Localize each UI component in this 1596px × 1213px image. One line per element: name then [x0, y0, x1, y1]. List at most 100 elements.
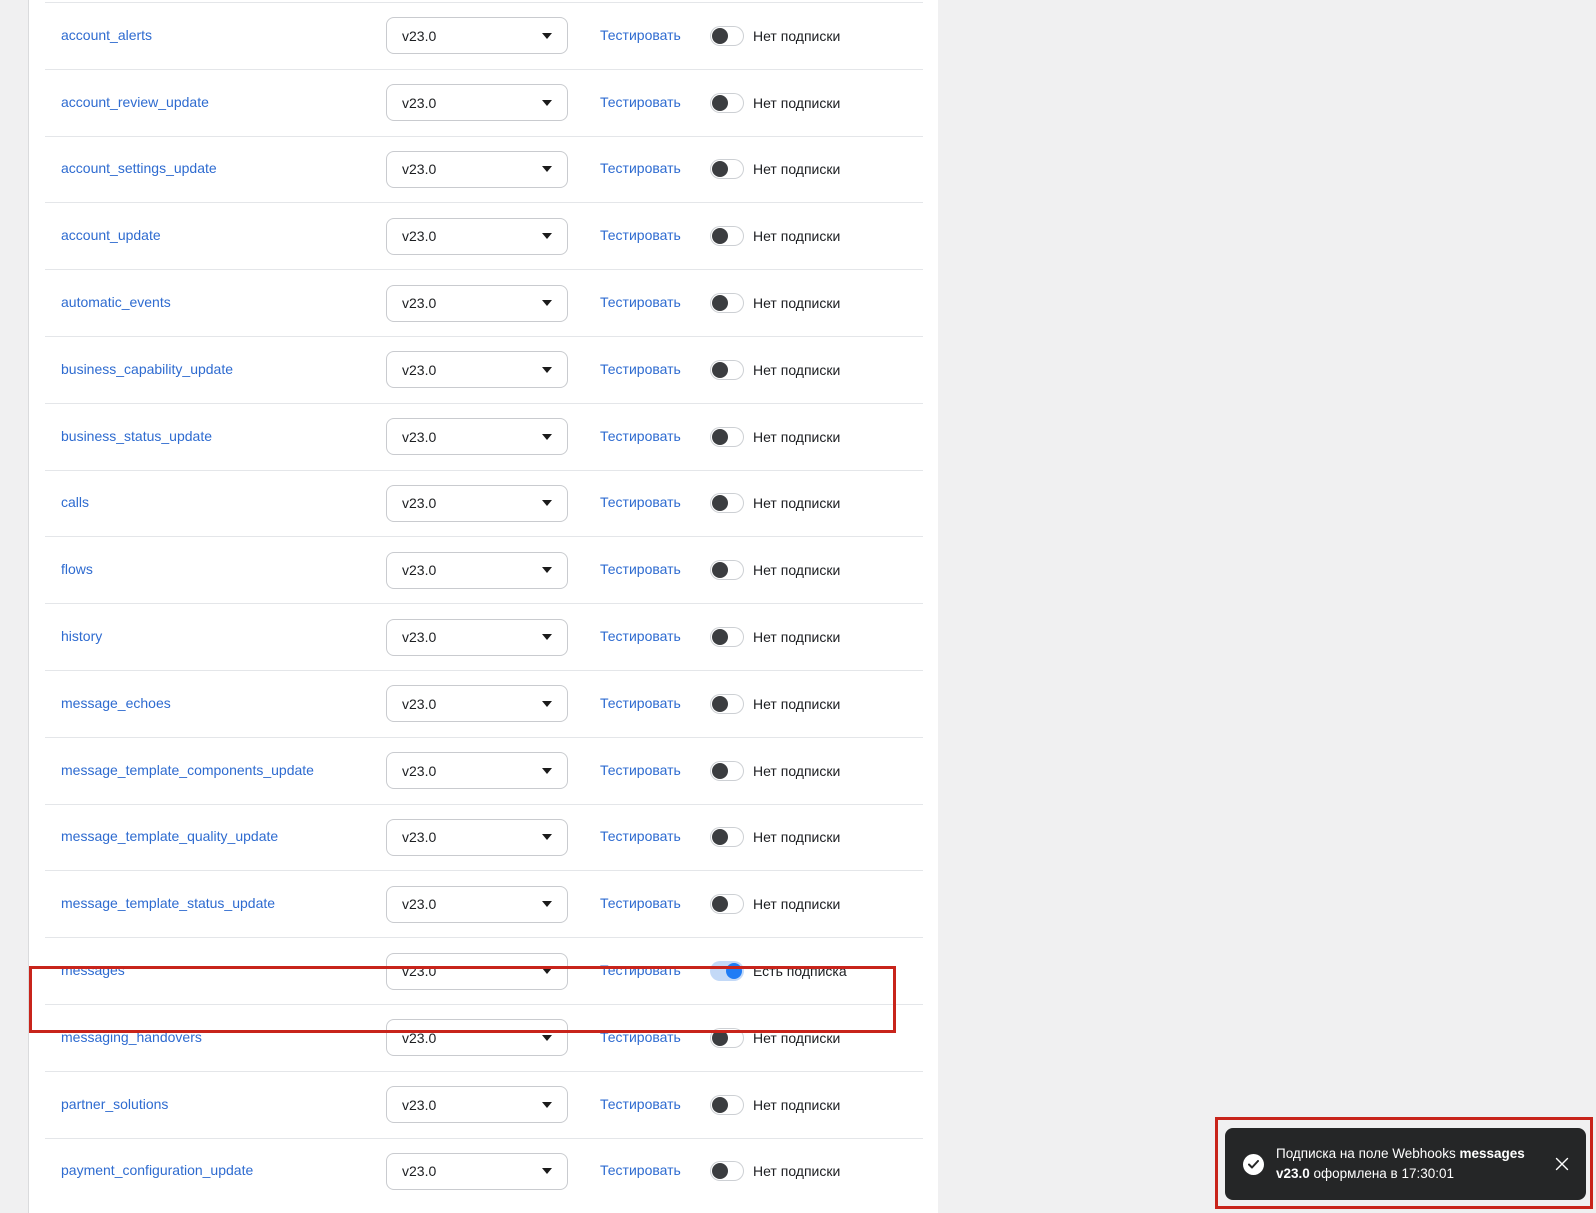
toggle-knob	[712, 27, 728, 44]
test-link[interactable]: Тестировать	[600, 227, 681, 243]
version-dropdown[interactable]: v23.0	[386, 952, 568, 990]
chevron-down-icon	[542, 634, 552, 641]
subscribe-toggle[interactable]	[710, 359, 744, 380]
version-value: v23.0	[402, 963, 437, 980]
subscription-status: Нет подписки	[753, 1096, 841, 1113]
version-dropdown[interactable]: v23.0	[386, 217, 568, 255]
test-link[interactable]: Тестировать	[600, 628, 681, 644]
field-link[interactable]: message_template_quality_update	[61, 828, 278, 844]
subscribe-toggle[interactable]	[710, 1027, 744, 1048]
subscribe-toggle[interactable]	[710, 159, 744, 180]
test-link[interactable]: Тестировать	[600, 895, 681, 911]
version-dropdown[interactable]: v23.0	[386, 351, 568, 389]
test-link[interactable]: Тестировать	[600, 962, 681, 978]
close-icon[interactable]	[1552, 1156, 1572, 1172]
field-link[interactable]: message_template_components_update	[61, 762, 314, 778]
table-row: business_status_update v23.0 Тестировать…	[45, 402, 923, 470]
field-link[interactable]: automatic_events	[61, 294, 171, 310]
toggle-knob	[712, 1029, 728, 1046]
chevron-down-icon	[542, 700, 552, 707]
test-link[interactable]: Тестировать	[600, 294, 681, 310]
field-link[interactable]: message_template_status_update	[61, 895, 275, 911]
subscribe-toggle[interactable]	[710, 693, 744, 714]
field-link[interactable]: message_echoes	[61, 695, 171, 711]
field-link[interactable]: business_status_update	[61, 428, 212, 444]
chevron-down-icon	[542, 366, 552, 373]
version-dropdown[interactable]: v23.0	[386, 818, 568, 856]
version-value: v23.0	[402, 896, 437, 913]
subscribe-toggle[interactable]	[710, 493, 744, 514]
subscribe-toggle[interactable]	[710, 961, 744, 982]
version-dropdown[interactable]: v23.0	[386, 1152, 568, 1190]
test-link[interactable]: Тестировать	[600, 1029, 681, 1045]
field-link[interactable]: account_review_update	[61, 94, 209, 110]
toggle-knob	[712, 829, 728, 846]
version-dropdown[interactable]: v23.0	[386, 885, 568, 923]
chevron-down-icon	[542, 1101, 552, 1108]
toast-line2-suffix: оформлена в 17:30:01	[1309, 1166, 1455, 1181]
test-link[interactable]: Тестировать	[600, 428, 681, 444]
field-link[interactable]: account_update	[61, 227, 161, 243]
test-link[interactable]: Тестировать	[600, 1096, 681, 1112]
version-dropdown[interactable]: v23.0	[386, 484, 568, 522]
subscription-status: Нет подписки	[753, 629, 841, 646]
chevron-down-icon	[542, 567, 552, 574]
field-link[interactable]: messaging_handovers	[61, 1029, 202, 1045]
version-dropdown[interactable]: v23.0	[386, 150, 568, 188]
version-value: v23.0	[402, 1096, 437, 1113]
test-link[interactable]: Тестировать	[600, 561, 681, 577]
version-value: v23.0	[402, 829, 437, 846]
test-link[interactable]: Тестировать	[600, 94, 681, 110]
version-dropdown[interactable]: v23.0	[386, 551, 568, 589]
version-dropdown[interactable]: v23.0	[386, 618, 568, 656]
subscribe-toggle[interactable]	[710, 1094, 744, 1115]
table-row: account_review_update v23.0 Тестировать …	[45, 68, 923, 136]
subscribe-toggle[interactable]	[710, 92, 744, 113]
field-link[interactable]: flows	[61, 561, 93, 577]
table-row: account_update v23.0 Тестировать Нет под…	[45, 202, 923, 269]
subscribe-toggle[interactable]	[710, 894, 744, 915]
version-dropdown[interactable]: v23.0	[386, 685, 568, 723]
chevron-down-icon	[542, 968, 552, 975]
subscription-status: Нет подписки	[753, 27, 841, 44]
field-link[interactable]: business_capability_update	[61, 361, 233, 377]
check-circle-icon	[1243, 1153, 1264, 1175]
version-dropdown[interactable]: v23.0	[386, 84, 568, 122]
field-link[interactable]: messages	[61, 962, 125, 978]
subscribe-toggle[interactable]	[710, 1161, 744, 1182]
version-dropdown[interactable]: v23.0	[386, 1086, 568, 1124]
subscribe-toggle[interactable]	[710, 293, 744, 314]
test-link[interactable]: Тестировать	[600, 361, 681, 377]
subscription-status: Нет подписки	[753, 1163, 841, 1180]
subscribe-toggle[interactable]	[710, 627, 744, 648]
subscription-status: Нет подписки	[753, 896, 841, 913]
version-dropdown[interactable]: v23.0	[386, 418, 568, 456]
toggle-knob	[712, 161, 728, 178]
version-dropdown[interactable]: v23.0	[386, 17, 568, 55]
version-dropdown[interactable]: v23.0	[386, 1019, 568, 1057]
subscription-status: Нет подписки	[753, 762, 841, 779]
version-dropdown[interactable]: v23.0	[386, 284, 568, 322]
version-dropdown[interactable]: v23.0	[386, 752, 568, 790]
test-link[interactable]: Тестировать	[600, 27, 681, 43]
field-link[interactable]: account_alerts	[61, 27, 152, 43]
subscribe-toggle[interactable]	[710, 25, 744, 46]
field-link[interactable]: account_settings_update	[61, 160, 217, 176]
test-link[interactable]: Тестировать	[600, 695, 681, 711]
test-link[interactable]: Тестировать	[600, 762, 681, 778]
table-row: message_template_quality_update v23.0 Те…	[45, 803, 923, 871]
test-link[interactable]: Тестировать	[600, 1162, 681, 1178]
subscribe-toggle[interactable]	[710, 560, 744, 581]
subscribe-toggle[interactable]	[710, 226, 744, 247]
subscribe-toggle[interactable]	[710, 827, 744, 848]
field-link[interactable]: partner_solutions	[61, 1096, 168, 1112]
test-link[interactable]: Тестировать	[600, 828, 681, 844]
test-link[interactable]: Тестировать	[600, 160, 681, 176]
field-link[interactable]: history	[61, 628, 102, 644]
subscribe-toggle[interactable]	[710, 426, 744, 447]
test-link[interactable]: Тестировать	[600, 494, 681, 510]
subscribe-toggle[interactable]	[710, 760, 744, 781]
field-link[interactable]: calls	[61, 494, 89, 510]
field-link[interactable]: payment_configuration_update	[61, 1162, 253, 1178]
version-value: v23.0	[402, 161, 437, 178]
